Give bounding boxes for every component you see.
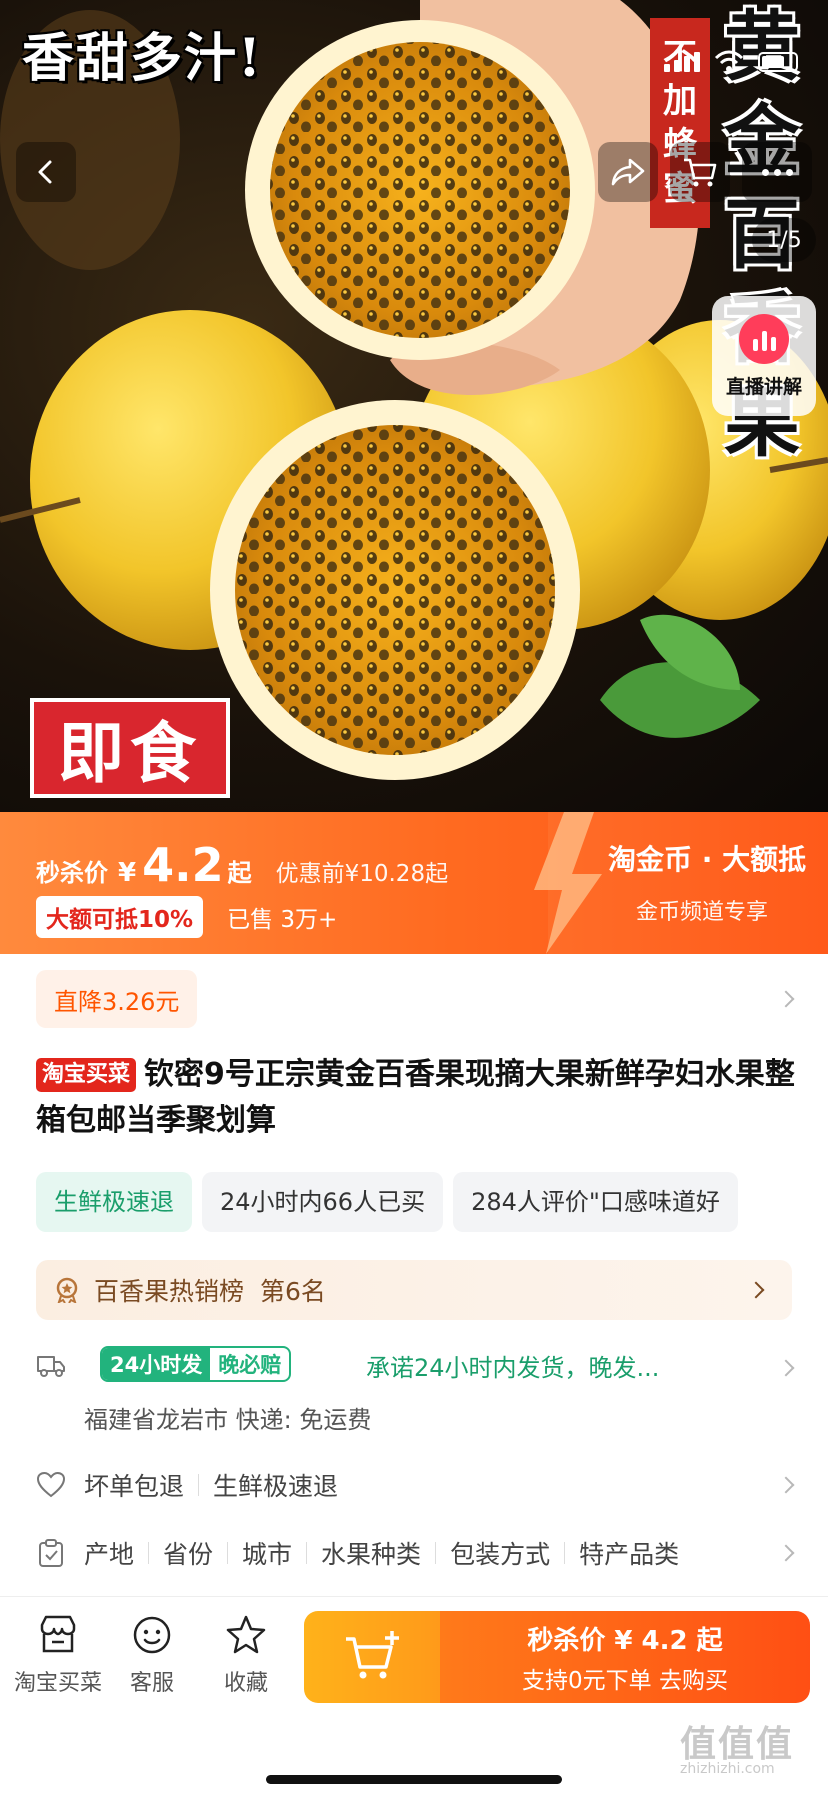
signal-icon: [664, 52, 700, 72]
lightning-icon: [534, 812, 602, 954]
hot-rank-row[interactable]: 百香果热销榜 第6名: [36, 1260, 792, 1320]
price-row: 秒杀价 ¥ 4.2 起 优惠前¥10.28起: [36, 838, 448, 892]
attr-city: 城市: [242, 1540, 293, 1569]
battery-icon: [758, 52, 798, 72]
shop-label: 淘宝买菜: [13, 1671, 102, 1696]
sold-count: 已售 3万+: [227, 907, 338, 933]
live-icon: [739, 313, 789, 364]
flash-buy-button[interactable]: 秒杀价 ¥ 4.2 起 支持0元下单 去购买: [440, 1611, 810, 1703]
separator: [148, 1542, 150, 1564]
favorite-button[interactable]: 收藏: [196, 1613, 296, 1697]
medal-icon: [56, 1277, 78, 1303]
late-compensate-label: 晚必赔: [218, 1353, 282, 1377]
bottom-action-bar: 淘宝买菜 客服 收藏 秒杀价 ¥ 4.2 起 支持0元下单 去购买 值值值 zh…: [0, 1597, 828, 1796]
share-icon: [611, 158, 645, 186]
chevron-right-icon: [777, 1476, 795, 1494]
attr-origin: 产地: [84, 1540, 135, 1569]
more-dots-icon: [761, 168, 793, 176]
product-title-text: 钦密9号正宗黄金百香果现摘大果新鲜孕妇水果整箱包邮当季聚划算: [36, 1057, 795, 1138]
price-amount: 4.2: [142, 838, 224, 892]
ship-24h-label: 24小时发: [102, 1348, 211, 1380]
product-image-carousel[interactable]: 香甜多汁! 不加 蜂蜜 黄金 百香 果 即食: [0, 0, 828, 812]
service-face-icon: [133, 1616, 171, 1654]
chevron-left-icon: [38, 160, 52, 184]
live-explain-button[interactable]: 直播讲解: [712, 296, 816, 416]
shop-button[interactable]: 淘宝买菜: [8, 1613, 108, 1697]
clipboard-check-icon: [39, 1539, 63, 1567]
buy-now-button[interactable]: 秒杀价 ¥ 4.2 起 支持0元下单 去购买: [304, 1611, 810, 1703]
rank-list-name: 百香果热销榜: [94, 1277, 245, 1306]
star-icon: [226, 1615, 266, 1654]
wifi-icon: [714, 50, 744, 72]
discount-badge: 大额可抵10%: [36, 896, 204, 938]
price-suffix: 起: [227, 859, 252, 887]
share-button[interactable]: [598, 142, 658, 202]
truck-icon: [37, 1356, 65, 1377]
separator: [198, 1474, 200, 1496]
tag-reviews[interactable]: 284人评价"口感味道好: [453, 1172, 738, 1232]
service-bad-refund: 坏单包退: [84, 1472, 185, 1501]
ready-to-eat-badge: 即食: [30, 698, 230, 798]
separator: [564, 1542, 566, 1564]
attribute-list: 产地 省份 城市 水果种类 包装方式 特产品类: [84, 1535, 679, 1571]
cart-plus-icon: [346, 1631, 399, 1679]
ship-promise: 承诺24小时内发货，晚发...: [366, 1354, 660, 1382]
attr-fruit-type: 水果种类: [321, 1540, 422, 1569]
image-counter: 1/5: [752, 218, 816, 262]
price-label: 秒杀价: [36, 859, 108, 887]
coin-deduct-title: 淘金币 · 大额抵: [608, 843, 807, 876]
separator: [435, 1542, 437, 1564]
attr-packaging: 包装方式: [450, 1540, 551, 1569]
price-meta-row: 大额可抵10% 已售 3万+: [36, 896, 337, 938]
attr-province: 省份: [163, 1540, 214, 1569]
banner-slogan: 香甜多汁!: [22, 28, 263, 89]
highlight-tags: 生鲜极速退 24小时内66人已买 284人评价"口感味道好: [36, 1172, 828, 1232]
shipping-row[interactable]: 24小时发 晚必赔 承诺24小时内发货，晚发... 福建省龙岩市 快递: 免运费: [36, 1346, 795, 1446]
back-button[interactable]: [16, 142, 76, 202]
home-indicator[interactable]: [266, 1775, 562, 1784]
price-cut-chip: 直降3.26元: [36, 970, 198, 1028]
ship-24h-badge: 24小时发 晚必赔: [100, 1346, 292, 1382]
original-price: 优惠前¥10.28起: [275, 861, 449, 887]
customer-service-button[interactable]: 客服: [102, 1613, 202, 1697]
chevron-right-icon: [777, 1544, 795, 1562]
price-cut-row[interactable]: 直降3.26元: [36, 970, 795, 1028]
more-button[interactable]: [742, 142, 812, 202]
store-icon: [40, 1615, 76, 1653]
coin-deduct-subtitle: 金币频道专享: [636, 900, 769, 925]
store-tag: 淘宝买菜: [36, 1058, 137, 1092]
chevron-right-icon: [777, 990, 795, 1008]
tag-recent-buyers[interactable]: 24小时内66人已买: [202, 1172, 444, 1232]
ship-origin: 福建省龙岩市 快递: 免运费: [84, 1406, 372, 1434]
service-list: 坏单包退 生鲜极速退: [84, 1467, 338, 1503]
chevron-right-icon: [777, 1359, 795, 1377]
cart-button[interactable]: [670, 142, 730, 202]
buy-price-label: 秒杀价 ¥ 4.2 起: [527, 1625, 723, 1656]
favorite-label: 收藏: [223, 1671, 268, 1696]
watermark: 值值值: [680, 1724, 795, 1765]
product-title: 淘宝买菜 钦密9号正宗黄金百香果现摘大果新鲜孕妇水果整箱包邮当季聚划算: [36, 1052, 796, 1144]
attributes-row[interactable]: 产地 省份 城市 水果种类 包装方式 特产品类: [36, 1528, 795, 1578]
add-to-cart-button[interactable]: [304, 1611, 440, 1703]
separator: [306, 1542, 308, 1564]
buy-subtitle: 支持0元下单 去购买: [522, 1667, 728, 1694]
watermark-url: zhizhizhi.com: [680, 1761, 775, 1777]
service-fast-refund: 生鲜极速退: [213, 1472, 339, 1501]
flash-sale-price-banner: 秒杀价 ¥ 4.2 起 优惠前¥10.28起 大额可抵10% 已售 3万+ 淘金…: [0, 812, 828, 954]
attr-specialty: 特产品类: [579, 1540, 680, 1569]
chevron-right-icon: [747, 1281, 765, 1299]
heart-shield-icon: [36, 1471, 66, 1498]
status-bar: [664, 50, 798, 72]
tag-fast-refund[interactable]: 生鲜极速退: [36, 1172, 192, 1232]
separator: [227, 1542, 229, 1564]
currency-symbol: ¥: [118, 858, 137, 888]
live-explain-label: 直播讲解: [725, 375, 802, 398]
rank-position: 第6名: [260, 1277, 326, 1306]
service-label: 客服: [129, 1671, 174, 1696]
cart-icon: [684, 158, 717, 187]
service-guarantee-row[interactable]: 坏单包退 生鲜极速退: [36, 1460, 795, 1510]
